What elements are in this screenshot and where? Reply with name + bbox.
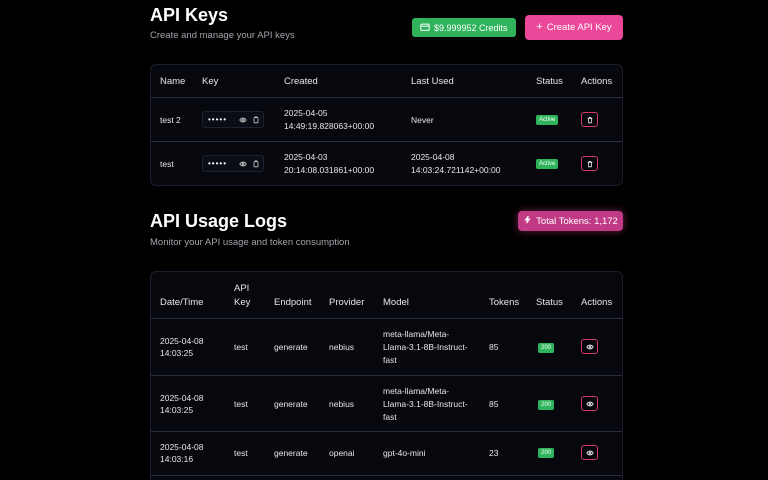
table-header: Date/Time API Key Endpoint Provider Mode… xyxy=(151,272,622,319)
status-badge: 200 xyxy=(538,448,555,458)
eye-icon xyxy=(585,445,594,460)
create-api-key-button[interactable]: + Create API Key xyxy=(525,15,623,40)
log-model-line-3: fast xyxy=(383,412,397,422)
api-keys-table: Name Key Created Last Used Status Action… xyxy=(150,64,623,186)
status-badge: 200 xyxy=(538,343,555,353)
column-header-last-used: Last Used xyxy=(411,76,454,87)
eye-icon xyxy=(585,396,594,411)
column-header-status: Status xyxy=(536,297,563,308)
api-keys-title: API Keys xyxy=(150,5,229,25)
view-log-button[interactable] xyxy=(581,445,598,460)
copy-icon[interactable] xyxy=(249,113,262,126)
last-used-date: 2025-04-08 xyxy=(411,152,455,162)
delete-key-button[interactable] xyxy=(581,112,598,127)
eye-icon[interactable] xyxy=(236,113,249,126)
column-header-model: Model xyxy=(383,297,409,308)
api-keys-subtitle: Create and manage your API keys xyxy=(150,30,295,41)
trash-icon xyxy=(586,156,594,171)
trash-icon xyxy=(586,112,594,127)
log-tokens: 85 xyxy=(489,342,499,352)
table-row: test ••••• 2025-04-03 20:14:08.031861+00… xyxy=(151,142,622,185)
log-provider: nebius xyxy=(329,399,355,409)
column-header-endpoint: Endpoint xyxy=(274,297,312,308)
log-model-line-2: Llama-3.1-8B-Instruct- xyxy=(383,342,468,352)
key-name: test 2 xyxy=(160,115,181,125)
eye-icon xyxy=(585,339,594,354)
log-time: 14:03:25 xyxy=(160,405,194,415)
total-tokens-label: Total Tokens: 1,172 xyxy=(536,215,618,227)
column-header-status: Status xyxy=(536,76,563,87)
log-time: 14:03:16 xyxy=(160,454,194,464)
log-key: test xyxy=(234,399,248,409)
key-mask: ••••• xyxy=(208,115,228,124)
last-used-time: 14:03:24.721142+00:00 xyxy=(411,165,501,175)
key-name: test xyxy=(160,159,174,169)
column-header-key: Key xyxy=(202,76,219,87)
log-date: 2025-04-08 xyxy=(160,442,204,452)
log-time: 14:03:25 xyxy=(160,348,194,358)
log-provider: openai xyxy=(329,448,355,458)
created-time: 14:49:19.828063+00:00 xyxy=(284,121,375,131)
create-api-key-label: Create API Key xyxy=(546,22,612,33)
log-endpoint: generate xyxy=(274,448,308,458)
key-mask-field: ••••• xyxy=(202,111,264,128)
log-tokens: 85 xyxy=(489,399,499,409)
log-model-line-2: Llama-3.1-8B-Instruct- xyxy=(383,399,468,409)
usage-logs-title: API Usage Logs xyxy=(150,211,288,231)
view-log-button[interactable] xyxy=(581,339,598,354)
column-header-datetime: Date/Time xyxy=(160,297,204,308)
created-date: 2025-04-03 xyxy=(284,152,328,162)
log-endpoint: generate xyxy=(274,342,308,352)
column-header-key: Key xyxy=(234,297,251,308)
table-row: 2025-04-08 14:03:25 test generate nebius… xyxy=(151,319,622,376)
table-row: 2025-04-08 14:03:25 test generate nebius… xyxy=(151,376,622,432)
status-badge: Active xyxy=(536,159,559,169)
created-date: 2025-04-05 xyxy=(284,108,328,118)
table-row: test 2 ••••• 2025-04-05 14:49:19.828063+… xyxy=(151,98,622,142)
log-model-line-1: gpt-4o-mini xyxy=(383,448,426,458)
column-header-created: Created xyxy=(284,76,318,87)
log-key: test xyxy=(234,342,248,352)
column-header-actions: Actions xyxy=(581,297,613,308)
column-header-name: Name xyxy=(160,76,186,87)
plus-icon: + xyxy=(536,21,543,33)
usage-logs-subtitle: Monitor your API usage and token consump… xyxy=(150,237,350,248)
status-badge: 200 xyxy=(538,400,555,410)
key-mask: ••••• xyxy=(208,159,228,168)
column-header-api: API xyxy=(234,283,250,294)
log-model-line-1: meta-llama/Meta- xyxy=(383,329,450,339)
credits-label: $9.999952 Credits xyxy=(434,22,508,33)
log-endpoint: generate xyxy=(274,399,308,409)
credits-badge: $9.999952 Credits xyxy=(412,18,516,37)
delete-key-button[interactable] xyxy=(581,156,598,171)
log-provider: nebius xyxy=(329,342,355,352)
total-tokens-badge: Total Tokens: 1,172 xyxy=(518,211,623,231)
created-time: 20:14:08.031861+00:00 xyxy=(284,165,375,175)
column-header-provider: Provider xyxy=(329,297,365,308)
column-header-actions: Actions xyxy=(581,76,613,87)
eye-icon[interactable] xyxy=(236,157,249,170)
status-badge: Active xyxy=(536,115,559,125)
log-date: 2025-04-08 xyxy=(160,336,204,346)
zap-icon xyxy=(523,215,532,227)
last-used: Never xyxy=(411,115,434,125)
key-mask-field: ••••• xyxy=(202,155,264,172)
usage-logs-table: Date/Time API Key Endpoint Provider Mode… xyxy=(150,271,623,480)
log-date: 2025-04-08 xyxy=(160,393,204,403)
wallet-icon xyxy=(420,22,430,34)
copy-icon[interactable] xyxy=(249,157,262,170)
view-log-button[interactable] xyxy=(581,396,598,411)
table-header: Name Key Created Last Used Status Action… xyxy=(151,65,622,98)
log-model-line-3: fast xyxy=(383,355,397,365)
log-key: test xyxy=(234,448,248,458)
log-model-line-1: meta-llama/Meta- xyxy=(383,386,450,396)
log-tokens: 23 xyxy=(489,448,499,458)
column-header-tokens: Tokens xyxy=(489,297,520,308)
table-row: 2025-04-08 14:03:16 test generate openai… xyxy=(151,432,622,476)
